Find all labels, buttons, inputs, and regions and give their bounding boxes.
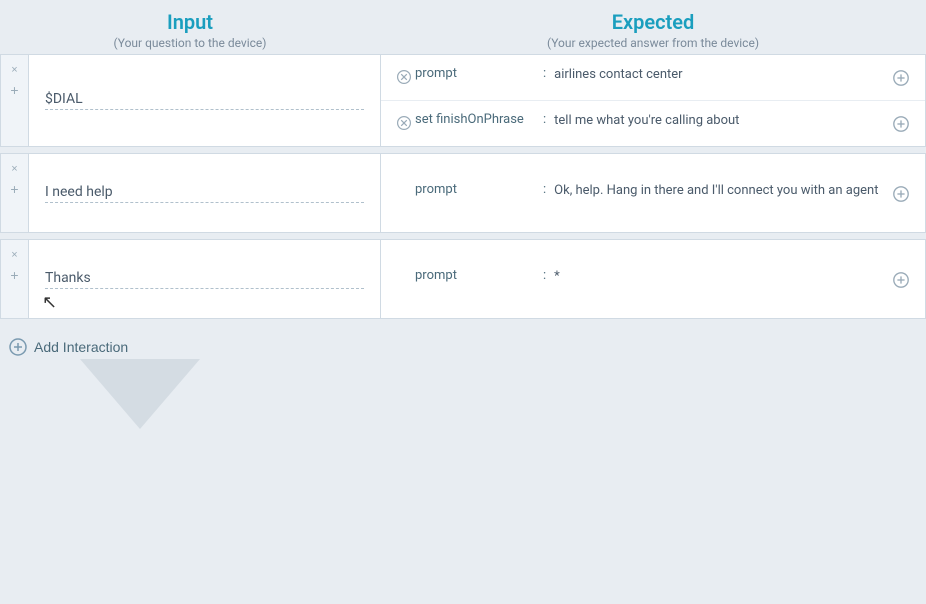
block-input-thanks: Thanks bbox=[29, 240, 381, 318]
page-container: Input (Your question to the device) Expe… bbox=[0, 0, 926, 604]
add-interaction-label: Add Interaction bbox=[34, 339, 128, 355]
add-block-dial-button[interactable]: + bbox=[6, 81, 24, 99]
block-expected-thanks: prompt : * bbox=[381, 240, 925, 318]
input-title: Input bbox=[0, 10, 380, 34]
expected-row-3: prompt : Ok, help. Hang in there and I'l… bbox=[381, 171, 925, 216]
add-expected-row-4-button[interactable] bbox=[889, 268, 913, 292]
add-block-thanks-button[interactable]: + bbox=[6, 266, 24, 284]
colon-3: : bbox=[543, 181, 546, 197]
header-input-column: Input (Your question to the device) bbox=[0, 10, 380, 50]
add-interaction-button[interactable]: Add Interaction bbox=[8, 337, 128, 357]
colon-4: : bbox=[543, 267, 546, 283]
interaction-block-help: × + I need help prompt : Ok, help. Hang … bbox=[0, 153, 926, 233]
block-expected-help: prompt : Ok, help. Hang in there and I'l… bbox=[381, 154, 925, 232]
expected-subtitle: (Your expected answer from the device) bbox=[380, 36, 926, 50]
expected-row-1: prompt : airlines contact center bbox=[381, 55, 925, 101]
dial-input-value: $DIAL bbox=[45, 91, 364, 110]
header-expected-column: Expected (Your expected answer from the … bbox=[380, 10, 926, 50]
colon-2: : bbox=[543, 111, 546, 127]
prompt-label-1: prompt bbox=[415, 65, 535, 81]
input-subtitle: (Your question to the device) bbox=[0, 36, 380, 50]
expected-row-2: set finishOnPhrase : tell me what you're… bbox=[381, 101, 925, 146]
expected-row-4: prompt : * bbox=[381, 257, 925, 302]
add-expected-row-2-button[interactable] bbox=[889, 112, 913, 136]
remove-row-1-button[interactable] bbox=[393, 66, 415, 88]
remove-block-help-button[interactable]: × bbox=[6, 160, 24, 178]
prompt-label-3: prompt bbox=[415, 181, 535, 197]
header-row: Input (Your question to the device) Expe… bbox=[0, 0, 926, 54]
expected-title: Expected bbox=[380, 10, 926, 34]
add-interaction-icon bbox=[8, 337, 28, 357]
interaction-block-dial: × + $DIAL prompt : bbox=[0, 54, 926, 147]
remove-block-dial-button[interactable]: × bbox=[6, 61, 24, 79]
block-expected-dial: prompt : airlines contact center bbox=[381, 55, 925, 146]
answer-text-2: tell me what you're calling about bbox=[554, 111, 889, 131]
interaction-block-thanks: × + Thanks prompt : * bbox=[0, 239, 926, 319]
answer-text-4: * bbox=[554, 267, 889, 287]
add-expected-row-1-button[interactable] bbox=[889, 66, 913, 90]
side-controls-thanks: × + bbox=[1, 240, 29, 318]
add-block-help-button[interactable]: + bbox=[6, 180, 24, 198]
arrow-decoration bbox=[80, 359, 200, 429]
prompt-label-4: prompt bbox=[415, 267, 535, 283]
help-input-value: I need help bbox=[45, 184, 364, 203]
add-expected-row-3-button[interactable] bbox=[889, 182, 913, 206]
block-input-dial: $DIAL bbox=[29, 55, 381, 146]
prompt-label-2: set finishOnPhrase bbox=[415, 111, 535, 127]
remove-row-2-button[interactable] bbox=[393, 112, 415, 134]
side-controls-dial: × + bbox=[1, 55, 29, 146]
colon-1: : bbox=[543, 65, 546, 81]
thanks-input-value: Thanks bbox=[45, 270, 364, 289]
answer-text-1: airlines contact center bbox=[554, 65, 889, 85]
side-controls-help: × + bbox=[1, 154, 29, 232]
answer-text-3: Ok, help. Hang in there and I'll connect… bbox=[554, 181, 889, 201]
block-input-help: I need help bbox=[29, 154, 381, 232]
content-area: × + $DIAL prompt : bbox=[0, 54, 926, 369]
remove-block-thanks-button[interactable]: × bbox=[6, 246, 24, 264]
